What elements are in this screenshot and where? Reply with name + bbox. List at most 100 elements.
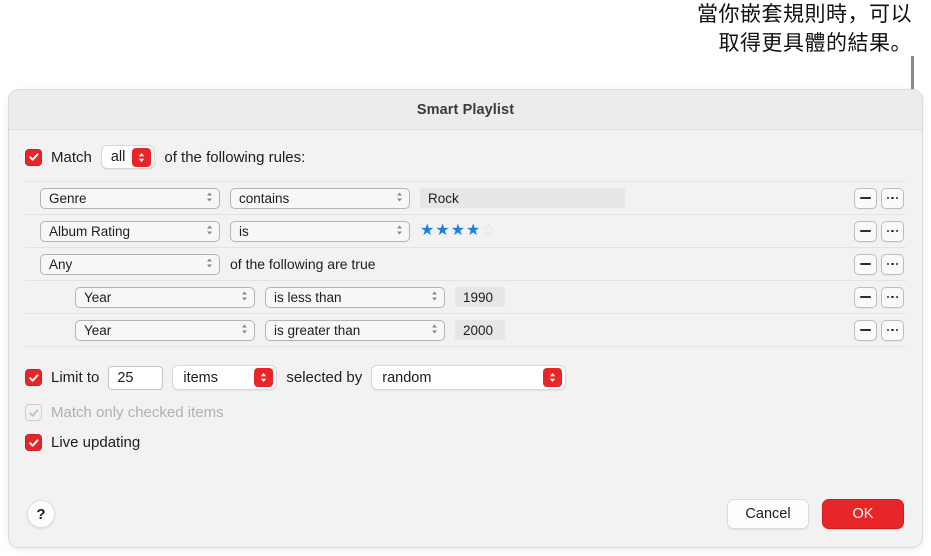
ellipsis-icon <box>886 262 899 266</box>
more-options-button[interactable] <box>881 319 904 341</box>
chevron-updown-icon <box>132 147 152 167</box>
table-row: Year is less than 1990 <box>25 281 906 314</box>
dialog-titlebar: Smart Playlist <box>9 90 922 130</box>
rule-field-value: Year <box>84 322 112 338</box>
rule-field-select[interactable]: Year <box>75 319 255 341</box>
match-scope-select[interactable]: all <box>100 145 156 169</box>
chevron-updown-icon <box>395 191 404 206</box>
limit-row: Limit to 25 items selected by random <box>9 347 922 390</box>
minus-icon <box>860 296 871 298</box>
match-label: Match <box>51 148 92 166</box>
remove-rule-button[interactable] <box>854 220 877 242</box>
remove-rule-button[interactable] <box>854 286 877 308</box>
remove-rule-button[interactable] <box>854 253 877 275</box>
rule-operator-select[interactable]: is greater than <box>265 319 445 341</box>
chevron-updown-icon <box>240 323 249 338</box>
more-options-button[interactable] <box>881 253 904 275</box>
nested-group-scope-value: Any <box>49 256 73 272</box>
more-options-button[interactable] <box>881 187 904 209</box>
remove-rule-button[interactable] <box>854 187 877 209</box>
limit-order-value: random <box>382 369 432 386</box>
rule-field-select[interactable]: Genre <box>40 187 220 209</box>
remove-rule-button[interactable] <box>854 319 877 341</box>
row-actions <box>854 187 906 209</box>
rules-list: Genre contains Rock Album Rating is ★ ★ … <box>25 181 906 347</box>
cancel-button[interactable]: Cancel <box>727 499 809 529</box>
match-checked-items-checkbox <box>25 404 42 421</box>
chevron-updown-icon <box>430 290 439 305</box>
limit-count-input[interactable]: 25 <box>108 365 164 390</box>
nested-group-suffix-text: of the following are true <box>230 256 376 272</box>
star-empty-icon[interactable]: ☆ <box>481 223 496 239</box>
rule-operator-value: is greater than <box>274 322 361 338</box>
chevron-updown-icon <box>205 191 214 206</box>
match-checked-items-label: Match only checked items <box>51 404 224 421</box>
smart-playlist-dialog: Smart Playlist Match all of the followin… <box>8 89 923 548</box>
minus-icon <box>860 263 871 265</box>
rule-value-input[interactable]: 1990 <box>455 287 505 307</box>
rule-operator-select[interactable]: is <box>230 220 410 242</box>
rule-field-select[interactable]: Year <box>75 286 255 308</box>
star-filled-icon[interactable]: ★ <box>466 223 481 239</box>
ellipsis-icon <box>886 229 899 233</box>
match-checkbox[interactable] <box>25 148 42 166</box>
footer-actions: Cancel OK <box>727 499 904 529</box>
table-row: Album Rating is ★ ★ ★ ★ ☆ <box>25 215 906 248</box>
rule-value-input[interactable]: Rock <box>420 188 625 208</box>
row-actions <box>854 220 906 242</box>
minus-icon <box>860 230 871 232</box>
limit-unit-select[interactable]: items <box>172 365 278 390</box>
chevron-updown-icon <box>205 224 214 239</box>
nested-group-scope-select[interactable]: Any <box>40 253 220 275</box>
rule-fields: Year is less than 1990 <box>60 286 854 308</box>
match-checked-items-row: Match only checked items <box>9 390 922 421</box>
star-filled-icon[interactable]: ★ <box>435 223 450 239</box>
screenshot-root: 當你嵌套規則時，可以 取得更具體的結果。 Smart Playlist Matc… <box>0 0 931 556</box>
ellipsis-icon <box>886 196 899 200</box>
chevron-updown-icon <box>254 368 274 387</box>
rule-operator-select[interactable]: is less than <box>265 286 445 308</box>
rule-fields: Year is greater than 2000 <box>60 319 854 341</box>
chevron-updown-icon <box>395 224 404 239</box>
limit-order-select[interactable]: random <box>371 365 567 390</box>
rating-stars[interactable]: ★ ★ ★ ★ ☆ <box>420 223 497 239</box>
limit-checkbox[interactable] <box>25 369 42 386</box>
rule-operator-value: is <box>239 223 249 239</box>
rule-fields: Any of the following are true <box>25 253 854 275</box>
limit-selected-by-label: selected by <box>286 369 363 386</box>
more-options-button[interactable] <box>881 286 904 308</box>
ellipsis-icon <box>886 295 899 299</box>
table-row: Any of the following are true <box>25 248 906 281</box>
star-filled-icon[interactable]: ★ <box>420 223 435 239</box>
rule-field-value: Album Rating <box>49 223 131 239</box>
help-button[interactable]: ? <box>27 500 55 528</box>
limit-label: Limit to <box>51 369 100 386</box>
chevron-updown-icon <box>543 368 563 387</box>
rule-field-value: Year <box>84 289 112 305</box>
match-scope-value: all <box>110 149 126 165</box>
rule-field-select[interactable]: Album Rating <box>40 220 220 242</box>
dialog-footer: ? Cancel OK <box>9 481 922 547</box>
table-row: Year is greater than 2000 <box>25 314 906 347</box>
live-updating-checkbox[interactable] <box>25 434 42 451</box>
ok-button[interactable]: OK <box>822 499 904 529</box>
match-suffix-text: of the following rules: <box>164 148 306 166</box>
rule-field-value: Genre <box>49 190 87 206</box>
callout-annotation-text: 當你嵌套規則時，可以 取得更具體的結果。 <box>697 2 912 55</box>
rule-operator-value: contains <box>239 190 290 206</box>
row-actions <box>854 319 906 341</box>
limit-unit-value: items <box>183 369 219 386</box>
star-filled-icon[interactable]: ★ <box>451 223 466 239</box>
match-row: Match all of the following rules: <box>9 130 922 181</box>
row-actions <box>854 253 906 275</box>
rule-operator-value: is less than <box>274 289 342 305</box>
chevron-updown-icon <box>205 257 214 272</box>
ellipsis-icon <box>886 328 899 332</box>
live-updating-row: Live updating <box>9 421 922 451</box>
table-row: Genre contains Rock <box>25 182 906 215</box>
more-options-button[interactable] <box>881 220 904 242</box>
chevron-updown-icon <box>240 290 249 305</box>
rule-value-input[interactable]: 2000 <box>455 320 505 340</box>
rule-operator-select[interactable]: contains <box>230 187 410 209</box>
dialog-title: Smart Playlist <box>416 101 515 118</box>
